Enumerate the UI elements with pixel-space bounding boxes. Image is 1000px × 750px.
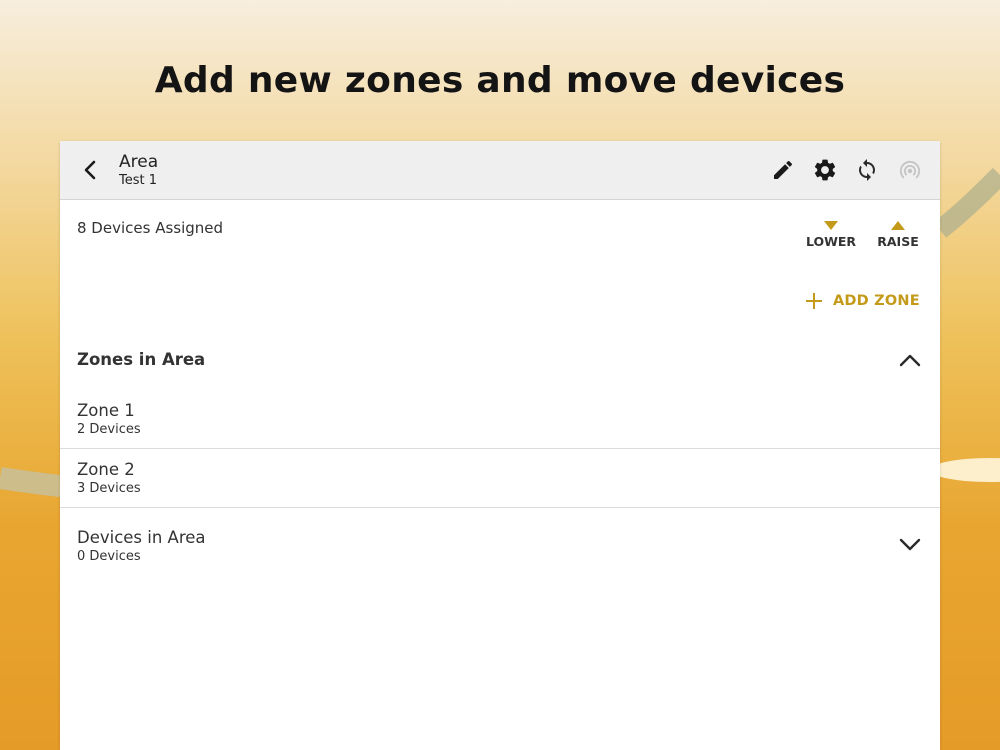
zone-row[interactable]: Zone 1 2 Devices	[60, 391, 940, 449]
settings-button[interactable]	[811, 156, 839, 184]
headline: Add new zones and move devices	[154, 60, 846, 101]
chevron-up-icon	[899, 354, 921, 367]
add-zone-button[interactable]: ADD ZONE	[805, 289, 920, 313]
zone-name: Zone 2	[77, 460, 135, 479]
devices-section-count: 0 Devices	[77, 549, 141, 564]
triangle-up-icon	[891, 221, 905, 230]
raise-button[interactable]: RAISE	[868, 221, 928, 249]
sync-icon	[859, 159, 875, 181]
devices-in-area-section[interactable]: Devices in Area 0 Devices	[60, 509, 940, 579]
devices-assigned-count: 8 Devices Assigned	[77, 219, 224, 237]
broadcast-icon	[899, 160, 921, 179]
devices-expand-toggle[interactable]	[896, 532, 924, 558]
chevron-down-icon	[899, 538, 921, 551]
area-title: Area	[119, 152, 159, 172]
lower-label: LOWER	[805, 234, 857, 249]
add-zone-label: ADD ZONE	[833, 293, 920, 309]
raise-label: RAISE	[877, 234, 919, 249]
lower-button[interactable]: LOWER	[801, 221, 861, 249]
area-subtitle: Test 1	[119, 173, 158, 188]
zones-collapse-toggle[interactable]	[896, 347, 924, 373]
plus-icon	[806, 293, 822, 309]
gear-icon	[814, 159, 836, 181]
area-panel: Area Test 1 8 Devices Assigned LOWER RAI…	[60, 141, 940, 750]
back-arrow-icon	[84, 160, 96, 180]
triangle-down-icon	[824, 221, 838, 230]
zone-device-count: 2 Devices	[77, 422, 141, 437]
top-app-bar: Area Test 1	[60, 141, 940, 200]
sync-button[interactable]	[853, 156, 881, 184]
back-button[interactable]	[76, 155, 106, 185]
zones-section-title: Zones in Area	[77, 350, 206, 369]
zone-name: Zone 1	[77, 401, 135, 420]
pencil-icon	[774, 160, 793, 179]
broadcast-button[interactable]	[896, 156, 924, 184]
zone-device-count: 3 Devices	[77, 481, 141, 496]
devices-section-title: Devices in Area	[77, 528, 206, 547]
zone-row[interactable]: Zone 2 3 Devices	[60, 450, 940, 508]
edit-button[interactable]	[769, 156, 797, 184]
